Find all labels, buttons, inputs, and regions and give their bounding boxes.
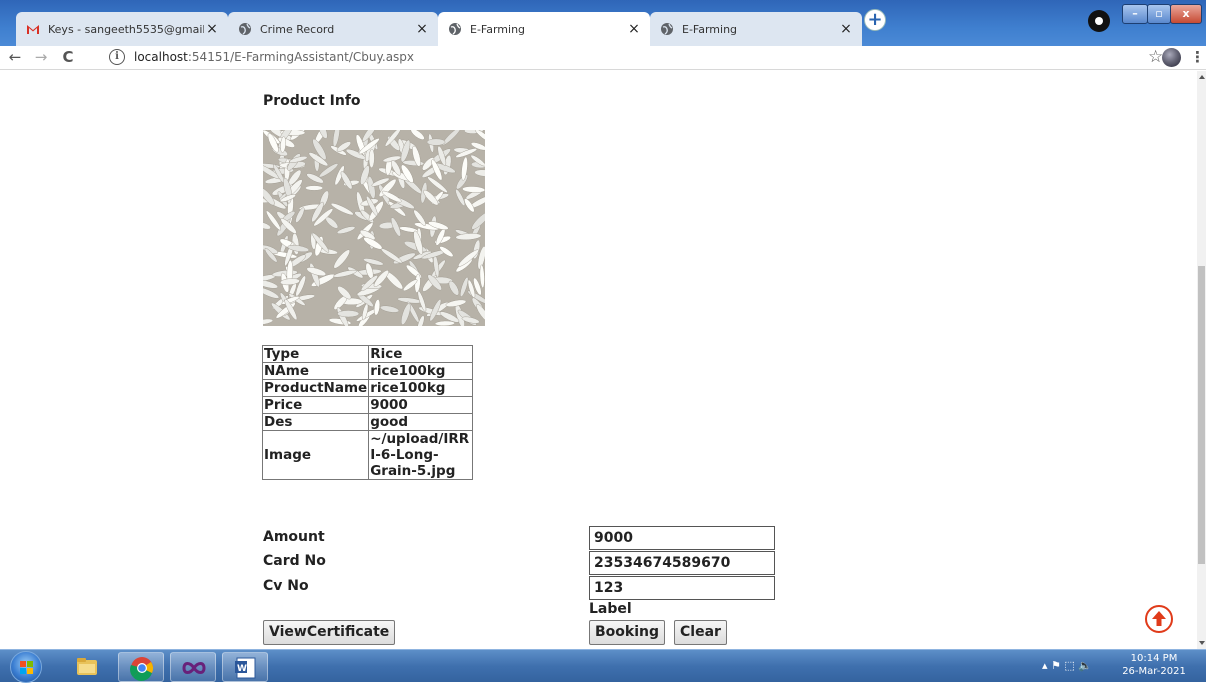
back-arrow-icon[interactable]: ← bbox=[6, 48, 24, 66]
tab-crime-record[interactable]: Crime Record × bbox=[228, 12, 438, 46]
amount-label: Amount bbox=[263, 529, 325, 545]
detail-value: good bbox=[368, 413, 474, 431]
card-no-label: Card No bbox=[263, 553, 326, 569]
tab-title: E-Farming bbox=[470, 22, 526, 36]
chrome-icon[interactable] bbox=[118, 652, 164, 682]
forward-arrow-icon[interactable]: → bbox=[32, 48, 50, 66]
tab-e-farming[interactable]: E-Farming × bbox=[650, 12, 862, 46]
detail-value: 9000 bbox=[368, 396, 474, 414]
gmail-icon bbox=[26, 22, 40, 36]
svg-text:W: W bbox=[237, 664, 247, 674]
detail-key: NAme bbox=[261, 362, 370, 380]
clock-date: 26-Mar-2021 bbox=[1122, 666, 1186, 677]
browser-toolbar: ← → C i localhost:54151/E-FarmingAssista… bbox=[0, 46, 1206, 70]
cv-no-field[interactable]: 123 bbox=[589, 576, 775, 600]
tab-close-icon[interactable]: × bbox=[838, 21, 854, 37]
detail-key: Des bbox=[261, 413, 370, 431]
windows-taskbar: W ▴ ⚑ ⬚ 🔈 10:14 PM 26-Mar-2021 bbox=[0, 649, 1206, 683]
system-tray[interactable]: ▴ ⚑ ⬚ 🔈 bbox=[1042, 659, 1092, 672]
page-content: Product Info Type Rice NAme rice100kg Pr… bbox=[0, 71, 1197, 649]
product-image bbox=[263, 130, 485, 326]
start-button[interactable] bbox=[10, 651, 42, 683]
tab-gmail-keys[interactable]: Keys - sangeeth5535@gmail.com × bbox=[16, 12, 228, 46]
file-explorer-icon[interactable] bbox=[64, 652, 110, 682]
url-path: :54151/E-FarmingAssistant/Cbuy.aspx bbox=[187, 50, 415, 64]
globe-icon bbox=[238, 22, 252, 36]
rice-grain bbox=[337, 310, 360, 318]
detail-value: ~/upload/IRRI-6-Long-Grain-5.jpg bbox=[368, 430, 474, 480]
vertical-scrollbar[interactable] bbox=[1197, 71, 1206, 649]
clock-time: 10:14 PM bbox=[1130, 653, 1178, 664]
reload-icon[interactable]: C bbox=[59, 48, 77, 66]
table-row: NAme rice100kg bbox=[261, 362, 474, 380]
detail-key: Image bbox=[261, 430, 370, 480]
detail-key: ProductName bbox=[261, 379, 370, 397]
new-tab-button[interactable]: + bbox=[864, 9, 886, 31]
minimize-button[interactable]: – bbox=[1122, 4, 1148, 24]
address-bar[interactable]: localhost:54151/E-FarmingAssistant/Cbuy.… bbox=[134, 50, 414, 64]
tab-close-icon[interactable]: × bbox=[204, 21, 220, 37]
table-row: Price 9000 bbox=[261, 396, 474, 414]
rice-grain bbox=[426, 138, 446, 146]
arrow-up-icon bbox=[1152, 611, 1166, 626]
close-window-button[interactable]: x bbox=[1170, 4, 1202, 24]
scroll-to-top-button[interactable] bbox=[1145, 605, 1173, 633]
word-icon[interactable]: W bbox=[222, 652, 268, 682]
amount-field[interactable]: 9000 bbox=[589, 526, 775, 550]
tab-title: Crime Record bbox=[260, 22, 335, 36]
cv-no-label: Cv No bbox=[263, 578, 309, 594]
table-row: Des good bbox=[261, 413, 474, 431]
rice-grains-image bbox=[263, 130, 485, 326]
tab-e-farming-active[interactable]: E-Farming × bbox=[438, 12, 650, 46]
tab-close-icon[interactable]: × bbox=[626, 21, 642, 37]
status-label: Label bbox=[589, 601, 632, 617]
table-row: ProductName rice100kg bbox=[261, 379, 474, 397]
scroll-down-arrow-icon[interactable] bbox=[1199, 641, 1205, 645]
menu-dots-icon[interactable]: ⋮ bbox=[1190, 48, 1205, 66]
browser-tab-strip: Keys - sangeeth5535@gmail.com × Crime Re… bbox=[0, 0, 1206, 46]
booking-button[interactable]: Booking bbox=[589, 620, 666, 645]
product-details-table: Type Rice NAme rice100kg ProductName ric… bbox=[261, 345, 474, 480]
avatar[interactable] bbox=[1162, 48, 1181, 67]
scroll-up-arrow-icon[interactable] bbox=[1199, 75, 1205, 79]
tab-close-icon[interactable]: × bbox=[414, 21, 430, 37]
bookmark-star-icon[interactable]: ☆ bbox=[1148, 47, 1163, 67]
maximize-button[interactable]: ▫ bbox=[1147, 4, 1171, 24]
chrome-profile-icon[interactable] bbox=[1088, 10, 1110, 32]
tab-title: Keys - sangeeth5535@gmail.com bbox=[48, 22, 204, 36]
globe-icon bbox=[448, 22, 462, 36]
view-certificate-button[interactable]: ViewCertificate bbox=[263, 620, 396, 645]
detail-value: Rice bbox=[368, 345, 474, 363]
globe-icon bbox=[660, 22, 674, 36]
rice-grain bbox=[305, 185, 323, 191]
detail-key: Price bbox=[261, 396, 370, 414]
scrollbar-thumb[interactable] bbox=[1198, 266, 1205, 564]
rice-grain bbox=[368, 148, 375, 168]
tab-title: E-Farming bbox=[682, 22, 738, 36]
detail-value: rice100kg bbox=[368, 362, 474, 380]
table-row: Image ~/upload/IRRI-6-Long-Grain-5.jpg bbox=[261, 430, 474, 480]
taskbar-clock[interactable]: 10:14 PM 26-Mar-2021 bbox=[1120, 652, 1188, 678]
clear-button[interactable]: Clear bbox=[674, 620, 727, 645]
page-title: Product Info bbox=[263, 93, 361, 109]
detail-key: Type bbox=[261, 345, 370, 363]
detail-value: rice100kg bbox=[368, 379, 474, 397]
site-info-icon[interactable]: i bbox=[109, 49, 125, 65]
table-row: Type Rice bbox=[261, 345, 474, 363]
visual-studio-icon[interactable] bbox=[170, 652, 216, 682]
windows-logo-icon bbox=[20, 661, 33, 674]
url-host: localhost bbox=[134, 50, 188, 64]
card-no-field[interactable]: 23534674589670 bbox=[589, 551, 775, 575]
